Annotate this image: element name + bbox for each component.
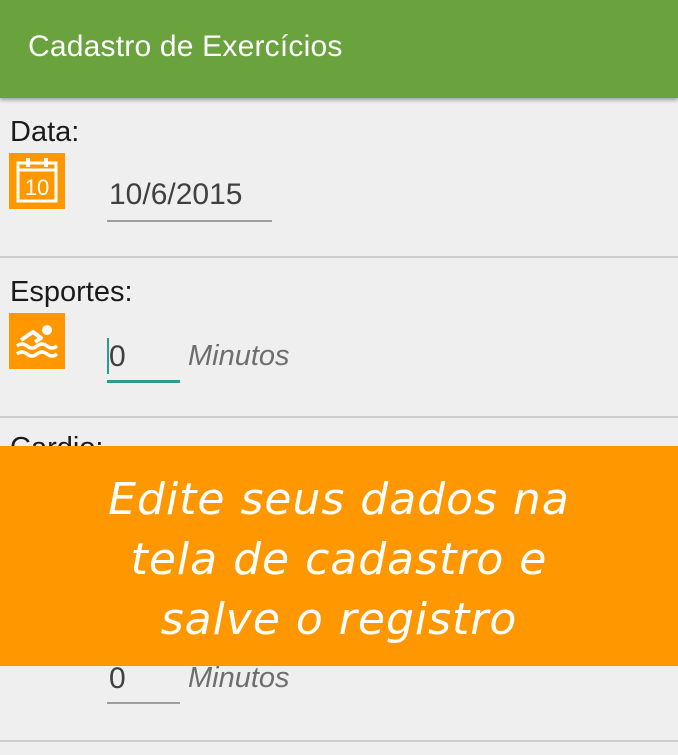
banner-line-3: salve o registro: [160, 594, 518, 645]
date-label: Data:: [10, 116, 80, 148]
banner-line-2: tela de cadastro e: [130, 534, 548, 585]
cardio-unit-label: Minutos: [188, 662, 290, 694]
app-title: Cadastro de Exercícios: [28, 30, 343, 63]
cardio-input-underline: [107, 702, 180, 704]
sports-section: Esportes: 0 Minutos: [0, 258, 678, 418]
sports-input-underline: [107, 380, 180, 383]
date-field-underline: [107, 220, 272, 222]
divider: [0, 740, 678, 742]
tutorial-banner: Edite seus dados na tela de cadastro e s…: [0, 446, 678, 666]
date-section: Data: 10 10/6/2015: [0, 98, 678, 258]
sports-minutes-input[interactable]: 0: [109, 340, 126, 374]
date-field[interactable]: 10/6/2015: [109, 178, 242, 212]
sports-label: Esportes:: [10, 276, 133, 308]
swimming-icon: [9, 313, 65, 369]
banner-line-1: Edite seus dados na: [108, 474, 570, 525]
app-bar: Cadastro de Exercícios: [0, 0, 678, 98]
sports-unit-label: Minutos: [188, 340, 290, 372]
calendar-day: 10: [25, 175, 49, 200]
calendar-icon[interactable]: 10: [9, 153, 65, 209]
cardio-minutes-input[interactable]: 0: [109, 662, 126, 696]
